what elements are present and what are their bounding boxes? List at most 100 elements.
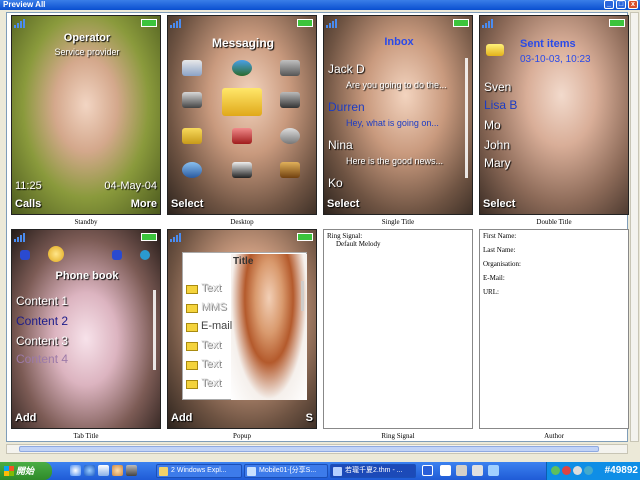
clock-time: 11:25 xyxy=(15,180,42,192)
list-subtitle: 03-10-03, 10:23 xyxy=(520,54,591,65)
help-icon[interactable] xyxy=(440,465,451,476)
browser-icon xyxy=(247,467,256,476)
browser-icon[interactable] xyxy=(70,465,81,476)
envelope-icon xyxy=(486,44,504,56)
popup-title: Title xyxy=(233,256,254,267)
author-last-name: Last Name: xyxy=(483,246,516,254)
volume-icon[interactable] xyxy=(573,466,582,475)
signal-icon xyxy=(170,232,184,242)
language-bar-icon[interactable] xyxy=(422,465,433,476)
maximize-button[interactable]: □ xyxy=(616,0,626,9)
close-button[interactable]: x xyxy=(628,0,638,9)
calendar-icon xyxy=(232,128,252,144)
screen-caption: Popup xyxy=(233,432,251,440)
tray-icon[interactable] xyxy=(562,466,571,475)
task-label: 2 Windows Expl... xyxy=(171,467,227,474)
taskbar-button-mobile01[interactable]: Mobile01-[分享S... xyxy=(244,464,328,478)
internet-explorer-icon[interactable] xyxy=(84,465,95,476)
left-softkey: Add xyxy=(15,412,37,424)
screen-caption: Double Title xyxy=(536,218,572,226)
folder-icon xyxy=(186,285,198,294)
list-title: Sent items xyxy=(520,38,576,50)
scrollbar-thumb[interactable] xyxy=(19,446,599,452)
ring-signal-label: Ring Signal: xyxy=(327,232,363,240)
taskbar: 開始 2 Windows Expl... Mobile01-[分享S... 若瓏… xyxy=(0,462,640,480)
author-panel[interactable]: First Name: Last Name: Organisation: E-M… xyxy=(479,229,629,429)
list-title: Inbox xyxy=(384,36,414,48)
system-tray: #49892 xyxy=(546,462,640,480)
scrollbar xyxy=(301,281,304,311)
single-title-screen[interactable]: Inbox Jack D Are you going to do the... … xyxy=(323,15,473,215)
tray-icon[interactable] xyxy=(551,466,560,475)
list-item-selected: Lisa B xyxy=(484,98,518,112)
list-item-name-selected: Durren xyxy=(328,100,365,114)
media-player-icon[interactable] xyxy=(112,465,123,476)
popup-item: Text xyxy=(201,339,222,351)
left-softkey: Select xyxy=(171,198,204,210)
network-icon[interactable] xyxy=(584,466,593,475)
folder-icon xyxy=(186,304,198,313)
app-icon xyxy=(333,467,342,476)
list-item: Content 3 xyxy=(16,334,69,348)
tab-title-screen[interactable]: Phone book Content 1 Content 2 Content 3… xyxy=(11,229,161,429)
tab-icon-selected xyxy=(48,246,64,262)
signal-icon xyxy=(170,18,184,28)
double-title-screen[interactable]: Sent items 03-10-03, 10:23 Sven Lisa B M… xyxy=(479,15,629,215)
popup-item: Text xyxy=(201,377,222,389)
title-bar: Preview All _ □ x xyxy=(0,0,640,10)
right-softkey: S xyxy=(305,412,313,424)
taskbar-button-theme-file[interactable]: 若瓏千夏2.thm - ... xyxy=(330,464,416,478)
signal-icon xyxy=(14,18,28,28)
clock-date: 04-May-04 xyxy=(104,180,157,192)
tab-title: Phone book xyxy=(55,270,119,282)
screen-caption: Standby xyxy=(74,218,98,226)
menu-title: Messaging xyxy=(211,36,274,50)
author-organisation: Organisation: xyxy=(483,260,521,268)
left-softkey: Add xyxy=(171,412,193,424)
start-button[interactable]: 開始 xyxy=(0,462,52,480)
list-item-selected: Content 2 xyxy=(16,314,69,328)
desktop-screen[interactable]: Messaging Select xyxy=(167,15,317,215)
ring-signal-panel[interactable]: Ring Signal: Default Melody xyxy=(323,229,473,429)
tab-icon xyxy=(140,250,150,260)
phonebook-icon xyxy=(182,60,202,76)
list-item: John xyxy=(484,138,511,152)
ime-icon[interactable] xyxy=(472,465,483,476)
tab-icon xyxy=(20,250,30,260)
list-item: Content 4 xyxy=(16,352,69,366)
scrollbar xyxy=(465,58,468,178)
taskbar-button-explorer[interactable]: 2 Windows Expl... xyxy=(156,464,242,478)
folder-icon xyxy=(186,380,198,389)
left-softkey: Calls xyxy=(15,198,42,210)
list-item-preview: Are you going to do the... xyxy=(346,80,447,90)
ime-mode-icon[interactable] xyxy=(488,465,499,476)
keyboard-icon[interactable] xyxy=(456,465,467,476)
list-item-name: Jack D xyxy=(328,62,365,76)
radio-icon xyxy=(280,92,300,108)
right-softkey: More xyxy=(130,198,157,210)
signal-icon xyxy=(14,232,28,242)
vertical-scrollbar[interactable] xyxy=(630,12,639,442)
window-title: Preview All xyxy=(3,0,46,9)
ring-signal-value: Default Melody xyxy=(336,240,381,248)
messaging-icon xyxy=(222,88,262,116)
quick-launch-icon[interactable] xyxy=(126,465,137,476)
connectivity-icon xyxy=(182,162,202,178)
popup-item: MMS xyxy=(201,301,227,313)
screen-caption: Author xyxy=(544,432,564,440)
horizontal-scrollbar[interactable] xyxy=(6,444,628,454)
minimize-button[interactable]: _ xyxy=(604,0,614,9)
list-item: Mary xyxy=(484,156,511,170)
show-desktop-icon[interactable] xyxy=(98,465,109,476)
tray-clock: #49892 xyxy=(604,465,638,476)
list-item: Content 1 xyxy=(16,294,69,308)
standby-screen[interactable]: Operator Service provider 11:25 04-May-0… xyxy=(11,15,161,215)
popup-screen[interactable]: Title Text MMS E-mail Text Text Text Add xyxy=(167,229,317,429)
preview-canvas: Operator Service provider 11:25 04-May-0… xyxy=(6,12,629,442)
list-item-preview-selected: Hey, what is going on... xyxy=(346,118,439,128)
left-softkey: Select xyxy=(483,198,516,210)
popup-item-selected: E-mail xyxy=(201,320,233,332)
internet-icon xyxy=(232,60,252,76)
task-label: 若瓏千夏2.thm - ... xyxy=(345,467,403,474)
battery-icon xyxy=(297,233,313,241)
